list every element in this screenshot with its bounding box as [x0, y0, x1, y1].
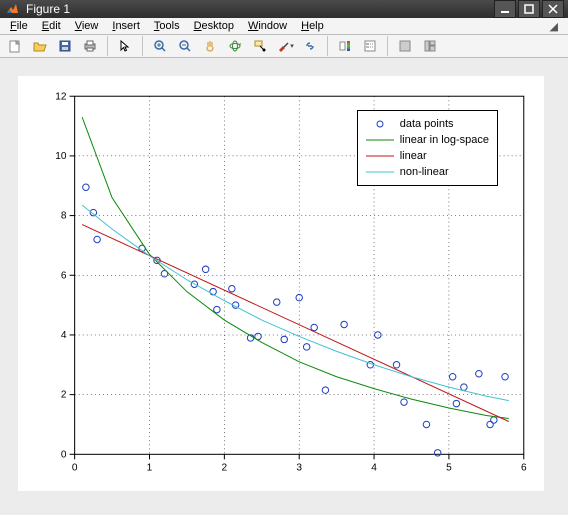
plot-area: 0123456024681012 data points linear in l…: [0, 58, 568, 515]
legend-item-logspace[interactable]: linear in log-space: [366, 132, 489, 148]
legend[interactable]: data points linear in log-space linear n…: [357, 110, 498, 186]
print-button[interactable]: [79, 35, 101, 57]
hide-plot-tools-button[interactable]: [394, 35, 416, 57]
rotate-button[interactable]: [224, 35, 246, 57]
legend-item-nonlinear[interactable]: non-linear: [366, 164, 489, 180]
svg-text:4: 4: [61, 330, 67, 341]
menubar: File Edit View Insert Tools Desktop Wind…: [0, 18, 568, 35]
titlebar: Figure 1: [0, 0, 568, 18]
legend-item-linear[interactable]: linear: [366, 148, 489, 164]
svg-text:2: 2: [61, 390, 67, 401]
matlab-icon: [4, 1, 20, 17]
svg-text:1: 1: [147, 462, 153, 473]
zoom-in-button[interactable]: [149, 35, 171, 57]
menu-window[interactable]: Window: [242, 18, 293, 34]
menu-insert[interactable]: Insert: [106, 18, 146, 34]
svg-text:0: 0: [61, 449, 67, 460]
link-button[interactable]: [299, 35, 321, 57]
legend-label: linear in log-space: [400, 134, 489, 146]
pointer-button[interactable]: [114, 35, 136, 57]
svg-text:12: 12: [55, 91, 67, 102]
window-title: Figure 1: [26, 2, 494, 16]
menu-file[interactable]: File: [4, 18, 34, 34]
insert-legend-button[interactable]: [359, 35, 381, 57]
close-button[interactable]: [542, 0, 564, 18]
legend-item-points[interactable]: data points: [366, 116, 489, 132]
svg-text:6: 6: [521, 462, 527, 473]
data-cursor-button[interactable]: [249, 35, 271, 57]
svg-text:3: 3: [296, 462, 302, 473]
legend-label: non-linear: [400, 166, 449, 178]
minimize-button[interactable]: [494, 0, 516, 18]
menu-desktop[interactable]: Desktop: [188, 18, 240, 34]
legend-label: data points: [400, 118, 454, 130]
menu-tools[interactable]: Tools: [148, 18, 186, 34]
menu-edit[interactable]: Edit: [36, 18, 67, 34]
svg-text:2: 2: [222, 462, 228, 473]
maximize-button[interactable]: [518, 0, 540, 18]
figure-window: Figure 1 File Edit View Insert Tools Des…: [0, 0, 568, 502]
show-plot-tools-button[interactable]: [419, 35, 441, 57]
menu-overflow-icon[interactable]: ◢: [544, 20, 564, 33]
zoom-out-button[interactable]: [174, 35, 196, 57]
brush-button[interactable]: ▾: [274, 35, 296, 57]
svg-text:10: 10: [55, 151, 67, 162]
save-button[interactable]: [54, 35, 76, 57]
menu-help[interactable]: Help: [295, 18, 330, 34]
svg-text:4: 4: [371, 462, 377, 473]
menu-view[interactable]: View: [69, 18, 105, 34]
toolbar: ▾: [0, 35, 568, 58]
open-button[interactable]: [29, 35, 51, 57]
insert-colorbar-button[interactable]: [334, 35, 356, 57]
svg-text:8: 8: [61, 211, 67, 222]
pan-button[interactable]: [199, 35, 221, 57]
axes[interactable]: 0123456024681012 data points linear in l…: [18, 76, 544, 491]
window-buttons: [494, 0, 564, 18]
svg-text:0: 0: [72, 462, 78, 473]
svg-text:5: 5: [446, 462, 452, 473]
new-figure-button[interactable]: [4, 35, 26, 57]
legend-label: linear: [400, 150, 427, 162]
svg-text:6: 6: [61, 270, 67, 281]
